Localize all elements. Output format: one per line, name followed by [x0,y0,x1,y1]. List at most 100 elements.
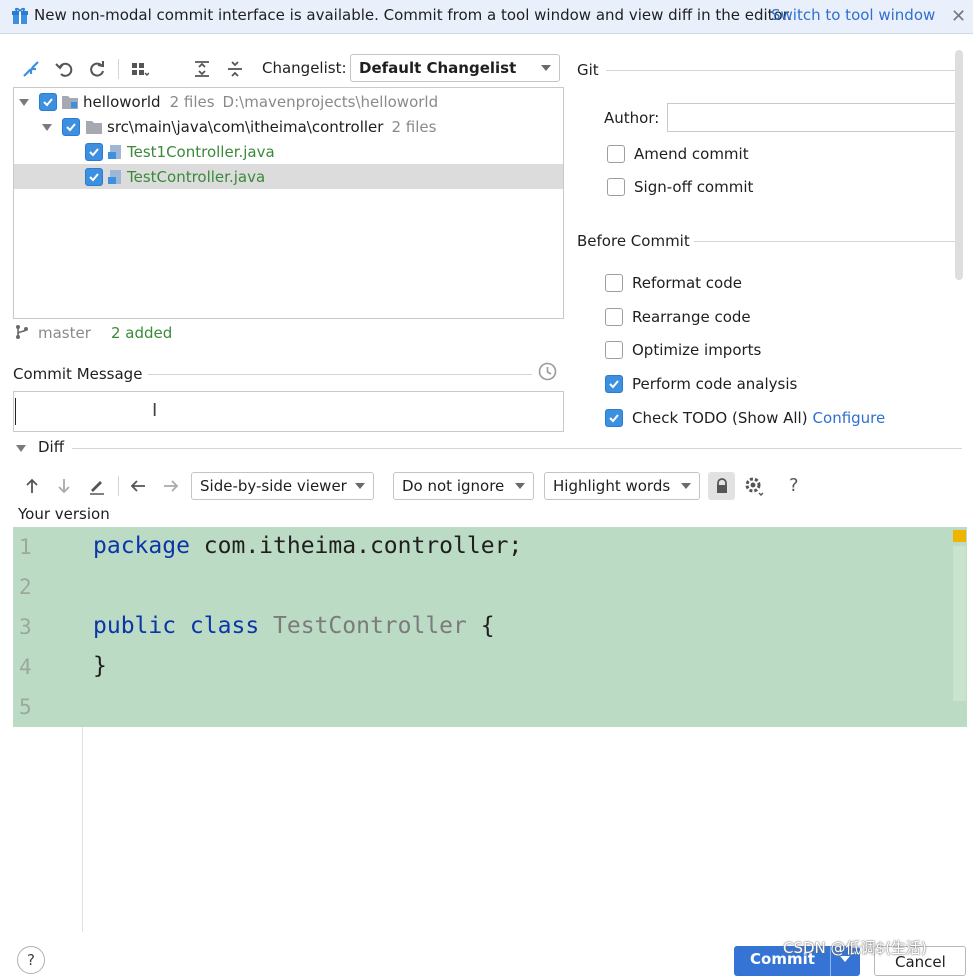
reformat-code-option[interactable]: Reformat code [605,274,742,292]
whitespace-value: Do not ignore [402,477,505,495]
check-todo-label: Check TODO (Show All) [632,409,808,427]
tree-row-file[interactable]: Test1Controller.java [14,139,563,164]
keyword-package: package [93,533,190,559]
changelist-value: Default Changelist [359,59,517,77]
checkbox-root[interactable] [39,92,57,111]
chevron-down-icon [541,65,551,71]
rearrange-code-checkbox[interactable] [605,308,623,326]
branch-name: master [38,324,91,342]
amend-commit-checkbox[interactable] [607,145,625,163]
rearrange-code-label: Rearrange code [632,308,751,326]
highlight-dropdown[interactable]: Highlight words [544,472,700,500]
module-folder-icon [61,94,79,110]
help-button[interactable]: ? [17,946,45,974]
viewer-mode-dropdown[interactable]: Side-by-side viewer [191,472,374,500]
before-commit-title: Before Commit [577,232,690,250]
commit-message-input[interactable]: I [13,391,564,432]
checkbox-folder[interactable] [62,117,80,136]
check-todo-option[interactable]: Check TODO (Show All) Configure [605,409,885,427]
viewer-mode-value: Side-by-side viewer [200,477,347,495]
gutter-divider [82,727,83,932]
lock-icon[interactable] [708,472,735,500]
line-number: 5 [19,695,32,719]
added-count: 2 added [111,324,173,342]
reformat-code-checkbox[interactable] [605,274,623,292]
change-marker [953,530,966,542]
line-number: 3 [19,615,32,639]
checkbox-file[interactable] [85,167,103,186]
author-input[interactable] [667,103,960,132]
git-section-title: Git [577,61,599,79]
checkbox-file[interactable] [85,142,103,161]
banner-text: New non-modal commit interface is availa… [34,6,793,24]
tree-row-file-selected[interactable]: TestController.java [14,164,563,189]
optimize-imports-checkbox[interactable] [605,341,623,359]
keyword-public-class: public class [93,613,260,639]
chevron-down-icon [355,483,365,489]
close-icon[interactable]: ✕ [951,6,966,27]
gift-icon [11,7,29,25]
changes-tree[interactable]: helloworld 2 files D:\mavenprojects\hell… [13,87,564,319]
amend-commit-label: Amend commit [634,145,749,163]
expand-all-icon[interactable] [191,58,213,80]
optimize-imports-label: Optimize imports [632,341,762,359]
history-clock-icon[interactable] [538,362,557,381]
editor-scrollbar[interactable] [953,546,966,701]
tree-folder-name: src\main\java\com\itheima\controller [107,117,384,136]
rollback-icon[interactable] [53,58,75,80]
perform-code-analysis-checkbox[interactable] [605,375,623,393]
tree-row-root[interactable]: helloworld 2 files D:\mavenprojects\hell… [14,89,563,114]
java-class-icon [107,144,123,160]
collapse-arrow-icon[interactable] [15,442,27,454]
signoff-commit-checkbox[interactable] [607,178,625,196]
branch-icon [15,324,29,340]
perform-code-analysis-option[interactable]: Perform code analysis [605,375,797,393]
expand-arrow-icon[interactable] [18,96,30,108]
arrow-left-icon[interactable] [127,475,149,497]
text-cursor [15,398,16,425]
diff-help-icon[interactable]: ? [789,475,799,496]
edit-pencil-icon[interactable] [86,475,108,497]
arrow-up-icon[interactable] [21,475,43,497]
switch-to-tool-window-link[interactable]: Switch to tool window [771,6,935,24]
tree-row-folder[interactable]: src\main\java\com\itheima\controller 2 f… [14,114,563,139]
refresh-icon[interactable] [86,58,108,80]
author-label: Author: [604,109,660,127]
group-by-icon[interactable] [128,58,150,80]
expand-arrow-icon[interactable] [41,121,53,133]
package-name: com.itheima.controller; [189,533,523,559]
optimize-imports-option[interactable]: Optimize imports [605,341,761,359]
gear-icon[interactable] [743,475,765,497]
java-class-icon [107,169,123,185]
toolbar-divider [118,59,119,79]
diff-title: Diff [38,438,65,456]
commit-message-label: Commit Message [13,365,143,383]
folder-icon [85,119,103,135]
git-divider [606,70,956,71]
open-brace: { [466,613,495,639]
watermark: CSDN @低调$(生活) [783,939,927,957]
code-line-4: } [93,653,107,679]
signoff-commit-option[interactable]: Sign-off commit [607,178,753,196]
collapse-all-icon[interactable] [224,58,246,80]
show-diff-icon[interactable] [20,58,42,80]
before-commit-divider [694,241,956,242]
changelist-dropdown[interactable]: Default Changelist [350,54,560,82]
tree-root-count: 2 files [169,92,215,111]
changelist-label: Changelist: [262,59,347,77]
configure-link[interactable]: Configure [813,409,886,427]
tree-file-name: TestController.java [127,167,266,186]
check-todo-checkbox[interactable] [605,409,623,427]
arrow-down-icon[interactable] [53,475,75,497]
tree-root-path: D:\mavenprojects\helloworld [222,92,439,111]
settings-scrollbar[interactable] [955,50,963,280]
diff-divider [72,448,962,449]
whitespace-dropdown[interactable]: Do not ignore [393,472,534,500]
class-name: TestController [259,613,467,639]
arrow-right-icon[interactable] [160,475,182,497]
ibeam-cursor-icon: I [152,400,158,421]
chevron-down-icon [515,483,525,489]
amend-commit-option[interactable]: Amend commit [607,145,749,163]
rearrange-code-option[interactable]: Rearrange code [605,308,751,326]
tree-folder-count: 2 files [391,117,437,136]
